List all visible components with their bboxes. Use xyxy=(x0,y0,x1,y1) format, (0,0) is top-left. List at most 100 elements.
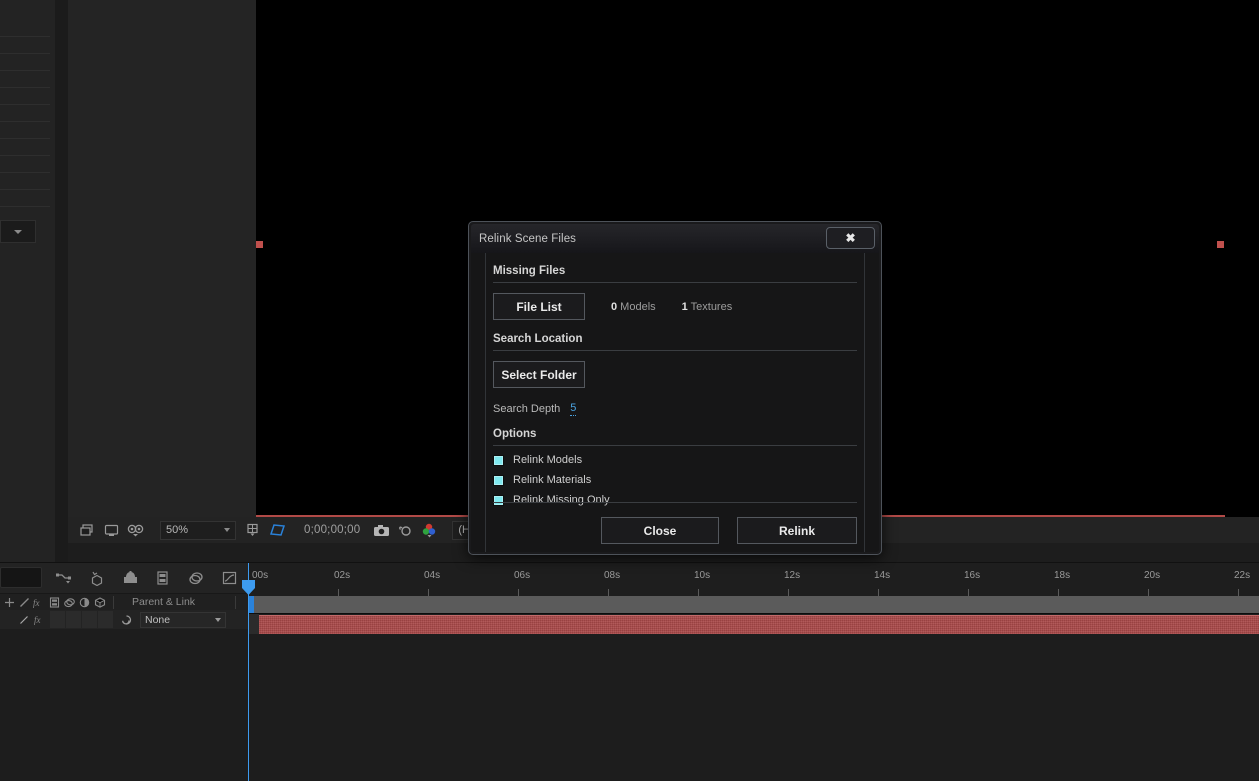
layer-switch-cell[interactable] xyxy=(98,611,113,628)
sidebar-divider-row xyxy=(0,87,50,88)
layer-switch-icon-group: fx xyxy=(0,595,107,609)
chevron-down-icon xyxy=(14,229,22,234)
layer-collapse-toggle[interactable] xyxy=(16,611,32,628)
option-relink-missing-only[interactable]: Relink Missing Only xyxy=(493,494,864,506)
section-divider xyxy=(493,445,857,446)
ruler-tick-label: 06s xyxy=(514,570,531,581)
timeline-layer-row[interactable]: fx None xyxy=(0,610,248,629)
left-sidebar-panel xyxy=(0,0,56,562)
shy-icon[interactable] xyxy=(2,595,17,609)
take-snapshot-icon[interactable] xyxy=(370,520,392,540)
3d-view-icon[interactable] xyxy=(124,520,146,540)
layer-shy-toggle[interactable] xyxy=(0,611,16,628)
timeline-toolbar xyxy=(0,563,248,593)
zoom-level-value: 50% xyxy=(166,524,189,536)
column-header-parent-link: Parent & Link xyxy=(132,596,196,608)
ruler-tick-label: 18s xyxy=(1054,570,1071,581)
parent-link-value: None xyxy=(145,613,171,626)
select-folder-button[interactable]: Select Folder xyxy=(493,361,585,388)
toggle-transparency-grid-icon[interactable] xyxy=(76,520,98,540)
ruler-tick-label: 22s xyxy=(1234,570,1251,581)
layer-fx-toggle[interactable]: fx xyxy=(32,611,50,628)
shy-layers-icon[interactable] xyxy=(180,565,213,591)
dialog-footer: Close Relink xyxy=(486,517,864,544)
layer-duration-bar[interactable] xyxy=(259,615,1259,634)
option-relink-materials[interactable]: Relink Materials xyxy=(493,474,864,486)
footer-divider xyxy=(493,502,857,503)
timeline-track-area[interactable] xyxy=(248,614,1259,781)
current-timecode[interactable]: 0;00;00;00 xyxy=(304,524,360,536)
toggle-mask-paths-icon[interactable] xyxy=(266,520,288,540)
svg-text:fx: fx xyxy=(34,615,41,625)
layer-switch-cell[interactable] xyxy=(82,611,97,628)
layer-selection-handle-left[interactable] xyxy=(256,241,263,248)
sidebar-divider-row xyxy=(0,104,50,105)
dialog-body: Missing Files File List 0 Models 1 Textu… xyxy=(471,253,879,552)
motion-blur-icon[interactable] xyxy=(48,565,81,591)
close-button[interactable]: Close xyxy=(601,517,719,544)
section-divider xyxy=(493,350,857,351)
missing-models-count: 0 Models xyxy=(611,301,656,313)
ruler-tick-label: 14s xyxy=(874,570,891,581)
adjustment-layer-icon[interactable] xyxy=(77,595,92,609)
checkbox-relink-models[interactable] xyxy=(493,454,504,466)
motion-blur-icon[interactable] xyxy=(62,595,77,609)
ruler-tick-label: 16s xyxy=(964,570,981,581)
file-list-button[interactable]: File List xyxy=(493,293,585,320)
sidebar-dropdown[interactable] xyxy=(0,220,36,243)
sidebar-divider-row xyxy=(0,53,50,54)
sidebar-divider-row xyxy=(0,172,50,173)
layer-selection-handle-right[interactable] xyxy=(1217,241,1224,248)
search-depth-label: Search Depth xyxy=(493,403,561,415)
missing-textures-count: 1 Textures xyxy=(682,301,733,313)
ruler-tick-label: 20s xyxy=(1144,570,1161,581)
show-channel-icon[interactable] xyxy=(418,520,440,540)
playhead-marker[interactable] xyxy=(242,580,255,596)
effects-fx-icon[interactable]: fx xyxy=(32,595,47,609)
panel-divider[interactable] xyxy=(55,0,68,562)
parent-pickwhip-icon[interactable] xyxy=(118,611,134,628)
region-of-interest-icon[interactable] xyxy=(242,520,264,540)
parent-link-select[interactable]: None xyxy=(140,611,226,628)
chevron-down-icon xyxy=(224,528,230,532)
option-label: Relink Materials xyxy=(513,474,592,486)
dialog-title: Relink Scene Files xyxy=(479,232,577,245)
ruler-tick-label: 02s xyxy=(334,570,351,581)
option-label: Relink Models xyxy=(513,454,583,466)
timeline-ruler[interactable]: 00s 02s 04s 06s 08s 10s 12s 14s 16s 18s … xyxy=(248,563,1259,597)
relink-button[interactable]: Relink xyxy=(737,517,857,544)
section-divider xyxy=(493,282,857,283)
show-snapshot-icon[interactable] xyxy=(394,520,416,540)
sidebar-divider-row xyxy=(0,70,50,71)
option-relink-models[interactable]: Relink Models xyxy=(493,454,864,466)
layer-switch-cell[interactable] xyxy=(66,611,81,628)
column-divider xyxy=(235,595,237,609)
sidebar-divider-row xyxy=(0,138,50,139)
three-d-layer-icon[interactable] xyxy=(92,595,107,609)
frame-blend-icon[interactable] xyxy=(147,565,180,591)
section-heading-options: Options xyxy=(493,428,537,440)
sidebar-divider-row xyxy=(0,36,50,37)
search-depth-value[interactable]: 5 xyxy=(570,402,577,416)
close-icon[interactable]: ✖ xyxy=(826,227,875,249)
column-divider xyxy=(113,595,114,609)
checkbox-relink-missing-only[interactable] xyxy=(493,494,504,506)
search-input[interactable] xyxy=(0,567,42,588)
frame-blending-icon[interactable] xyxy=(47,595,62,609)
timeline-work-area-bar[interactable] xyxy=(248,596,1259,614)
option-label: Relink Missing Only xyxy=(513,494,610,506)
zoom-level-select[interactable]: 50% xyxy=(160,520,236,540)
svg-text:fx: fx xyxy=(33,598,40,608)
ruler-tick-label: 10s xyxy=(694,570,711,581)
graph-editor-icon[interactable] xyxy=(81,565,114,591)
sidebar-divider-row xyxy=(0,121,50,122)
timeline-column-header: fx Parent & Link xyxy=(0,593,248,611)
collapse-transformations-icon[interactable] xyxy=(17,595,32,609)
brainstorm-icon[interactable] xyxy=(114,565,147,591)
timeline-panel: fx Parent & Link fx None 00s 02s 04s 06s… xyxy=(0,562,1259,781)
toggle-view-layout-icon[interactable] xyxy=(100,520,122,540)
relink-scene-files-dialog: Relink Scene Files ✖ Missing Files File … xyxy=(468,221,882,555)
checkbox-relink-materials[interactable] xyxy=(493,474,504,486)
dialog-titlebar[interactable]: Relink Scene Files ✖ xyxy=(471,224,879,254)
layer-switch-cell[interactable] xyxy=(50,611,65,628)
